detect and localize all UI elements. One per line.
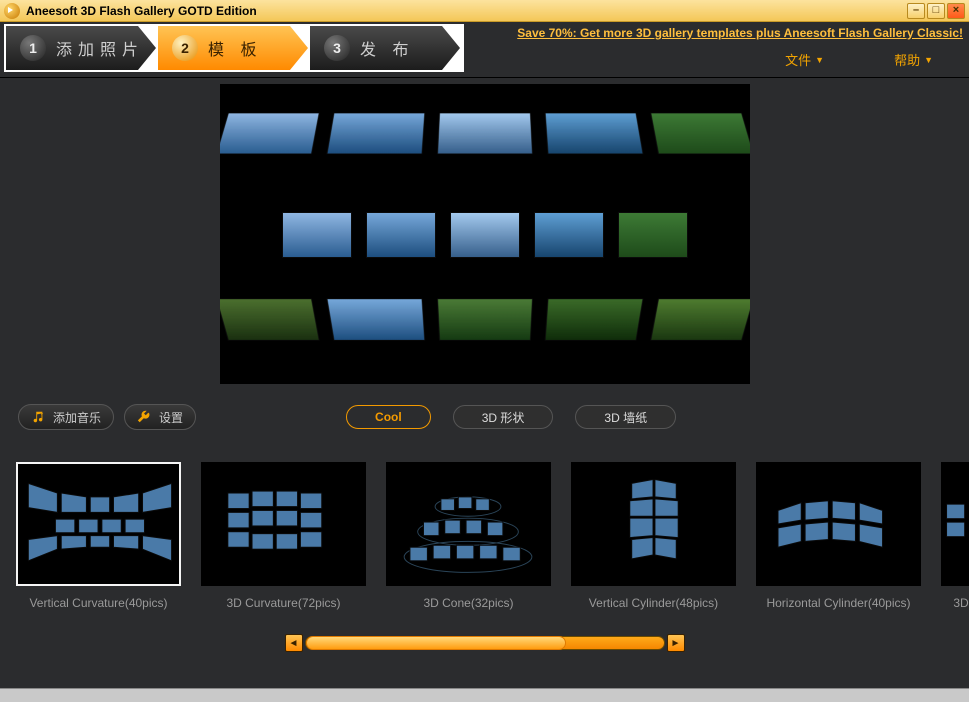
app-logo-icon [4, 3, 20, 19]
template-thumbnail [571, 462, 736, 586]
step-label: 模 板 [208, 36, 262, 60]
svg-text:+: + [40, 410, 44, 417]
step-add-photos[interactable]: 1 添加照片 [6, 26, 156, 70]
chevron-down-icon: ▼ [924, 55, 933, 65]
step-label: 添加照片 [56, 36, 144, 60]
template-caption: 3D [941, 596, 969, 610]
template-item[interactable]: 3D Curvature(72pics) [201, 462, 366, 610]
tab-label: 3D 墙纸 [604, 409, 647, 426]
template-item[interactable]: 3D Cone(32pics) [386, 462, 551, 610]
close-button[interactable]: × [947, 3, 965, 19]
tab-cool[interactable]: Cool [346, 405, 431, 429]
settings-label: 设置 [159, 409, 183, 426]
template-caption: 3D Cone(32pics) [386, 596, 551, 610]
title-bar: Aneesoft 3D Flash Gallery GOTD Edition –… [0, 0, 969, 22]
scroll-track[interactable] [305, 636, 665, 650]
promo-link[interactable]: Save 70%: Get more 3D gallery templates … [464, 26, 963, 40]
template-thumbnail [16, 462, 181, 586]
step-number: 2 [172, 35, 198, 61]
template-caption: Vertical Cylinder(48pics) [571, 596, 736, 610]
template-caption: Horizontal Cylinder(40pics) [756, 596, 921, 610]
template-caption: Vertical Curvature(40pics) [16, 596, 181, 610]
step-publish[interactable]: 3 发 布 [310, 26, 460, 70]
top-bar: 1 添加照片 2 模 板 3 发 布 Save 70%: Get more 3D… [0, 22, 969, 77]
app-title: Aneesoft 3D Flash Gallery GOTD Edition [26, 4, 257, 18]
template-caption: 3D Curvature(72pics) [201, 596, 366, 610]
scroll-thumb[interactable] [306, 636, 566, 650]
template-scrollbar: ◄ ► [285, 634, 685, 652]
menu-help-label: 帮助 [894, 50, 920, 69]
controls-row: + 添加音乐 设置 Cool 3D 形状 3D 墙纸 [0, 394, 969, 440]
tab-label: Cool [375, 410, 402, 424]
template-thumbnail [386, 462, 551, 586]
menu-file[interactable]: 文件 ▼ [785, 50, 824, 69]
scroll-left-button[interactable]: ◄ [285, 634, 303, 652]
step-label: 发 布 [360, 36, 414, 60]
maximize-button[interactable]: □ [927, 3, 945, 19]
template-thumbnail [201, 462, 366, 586]
template-thumbnail [941, 462, 969, 586]
tab-3d-wallpaper[interactable]: 3D 墙纸 [575, 405, 676, 429]
template-list: Vertical Curvature(40pics) 3D Curvature(… [0, 440, 969, 616]
template-thumbnail [756, 462, 921, 586]
template-item[interactable]: Vertical Cylinder(48pics) [571, 462, 736, 610]
minimize-button[interactable]: – [907, 3, 925, 19]
add-music-label: 添加音乐 [53, 409, 101, 426]
step-nav: 1 添加照片 2 模 板 3 发 布 [4, 24, 464, 72]
step-number: 1 [20, 35, 46, 61]
settings-button[interactable]: 设置 [124, 404, 196, 430]
scroll-right-button[interactable]: ► [667, 634, 685, 652]
tab-label: 3D 形状 [482, 409, 525, 426]
template-item[interactable]: Horizontal Cylinder(40pics) [756, 462, 921, 610]
template-item[interactable]: 3D [941, 462, 969, 610]
top-right: Save 70%: Get more 3D gallery templates … [464, 22, 969, 69]
step-number: 3 [324, 35, 350, 61]
preview-area [0, 77, 969, 394]
tab-3d-shape[interactable]: 3D 形状 [453, 405, 554, 429]
wrench-icon [137, 410, 151, 424]
music-icon: + [31, 410, 45, 424]
menu-help[interactable]: 帮助 ▼ [894, 50, 933, 69]
step-templates[interactable]: 2 模 板 [158, 26, 308, 70]
chevron-down-icon: ▼ [815, 55, 824, 65]
status-bar [0, 688, 969, 702]
add-music-button[interactable]: + 添加音乐 [18, 404, 114, 430]
menu-file-label: 文件 [785, 50, 811, 69]
template-category-tabs: Cool 3D 形状 3D 墙纸 [346, 405, 676, 429]
template-item[interactable]: Vertical Curvature(40pics) [16, 462, 181, 610]
gallery-preview[interactable] [220, 84, 750, 384]
